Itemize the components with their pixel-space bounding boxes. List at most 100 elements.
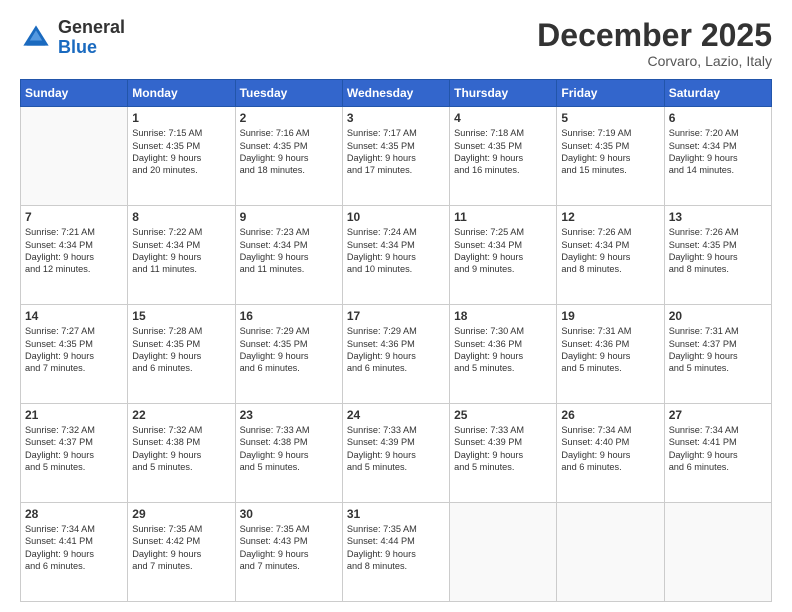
table-row: 4 Sunrise: 7:18 AMSunset: 4:35 PMDaylight… [450, 107, 557, 206]
table-row [21, 107, 128, 206]
table-row: 1 Sunrise: 7:15 AMSunset: 4:35 PMDaylight… [128, 107, 235, 206]
table-row [664, 503, 771, 602]
day-info: Sunrise: 7:19 AMSunset: 4:35 PMDaylight:… [561, 127, 659, 177]
day-info: Sunrise: 7:26 AMSunset: 4:35 PMDaylight:… [669, 226, 767, 276]
table-row: 27 Sunrise: 7:34 AMSunset: 4:41 PMDayligh… [664, 404, 771, 503]
day-info: Sunrise: 7:18 AMSunset: 4:35 PMDaylight:… [454, 127, 552, 177]
day-info: Sunrise: 7:25 AMSunset: 4:34 PMDaylight:… [454, 226, 552, 276]
table-row: 24 Sunrise: 7:33 AMSunset: 4:39 PMDayligh… [342, 404, 449, 503]
table-row: 15Sunrise: 7:28 AMSunset: 4:35 PMDayligh… [128, 305, 235, 404]
day-number: 30 [240, 507, 338, 521]
calendar-week-row: 14 Sunrise: 7:27 AMSunset: 4:35 PMDayligh… [21, 305, 772, 404]
calendar-table: Sunday Monday Tuesday Wednesday Thursday… [20, 79, 772, 602]
table-row: 5Sunrise: 7:19 AMSunset: 4:35 PMDaylight… [557, 107, 664, 206]
day-number: 17 [347, 309, 445, 323]
day-info: Sunrise: 7:33 AMSunset: 4:39 PMDaylight:… [347, 424, 445, 474]
table-row: 2 Sunrise: 7:16 AMSunset: 4:35 PMDaylight… [235, 107, 342, 206]
day-info: Sunrise: 7:35 AMSunset: 4:43 PMDaylight:… [240, 523, 338, 573]
day-number: 2 [240, 111, 338, 125]
col-friday: Friday [557, 80, 664, 107]
day-number: 1 [132, 111, 230, 125]
day-info: Sunrise: 7:15 AMSunset: 4:35 PMDaylight:… [132, 127, 230, 177]
day-info: Sunrise: 7:34 AMSunset: 4:40 PMDaylight:… [561, 424, 659, 474]
calendar-week-row: 7Sunrise: 7:21 AMSunset: 4:34 PMDaylight… [21, 206, 772, 305]
day-number: 22 [132, 408, 230, 422]
day-number: 15 [132, 309, 230, 323]
table-row: 16Sunrise: 7:29 AMSunset: 4:35 PMDayligh… [235, 305, 342, 404]
day-info: Sunrise: 7:32 AMSunset: 4:38 PMDaylight:… [132, 424, 230, 474]
day-info: Sunrise: 7:34 AMSunset: 4:41 PMDaylight:… [669, 424, 767, 474]
col-thursday: Thursday [450, 80, 557, 107]
table-row: 3 Sunrise: 7:17 AMSunset: 4:35 PMDaylight… [342, 107, 449, 206]
logo-text: General Blue [58, 18, 125, 58]
table-row: 28 Sunrise: 7:34 AMSunset: 4:41 PMDayligh… [21, 503, 128, 602]
calendar-week-row: 28 Sunrise: 7:34 AMSunset: 4:41 PMDayligh… [21, 503, 772, 602]
calendar-week-row: 21Sunrise: 7:32 AMSunset: 4:37 PMDayligh… [21, 404, 772, 503]
logo-icon [20, 22, 52, 54]
table-row: 10 Sunrise: 7:24 AMSunset: 4:34 PMDayligh… [342, 206, 449, 305]
day-info: Sunrise: 7:24 AMSunset: 4:34 PMDaylight:… [347, 226, 445, 276]
day-number: 6 [669, 111, 767, 125]
table-row: 30 Sunrise: 7:35 AMSunset: 4:43 PMDayligh… [235, 503, 342, 602]
table-row: 19 Sunrise: 7:31 AMSunset: 4:36 PMDayligh… [557, 305, 664, 404]
day-info: Sunrise: 7:26 AMSunset: 4:34 PMDaylight:… [561, 226, 659, 276]
calendar-week-row: 1 Sunrise: 7:15 AMSunset: 4:35 PMDaylight… [21, 107, 772, 206]
day-number: 10 [347, 210, 445, 224]
table-row: 6 Sunrise: 7:20 AMSunset: 4:34 PMDaylight… [664, 107, 771, 206]
day-number: 19 [561, 309, 659, 323]
day-number: 14 [25, 309, 123, 323]
day-info: Sunrise: 7:20 AMSunset: 4:34 PMDaylight:… [669, 127, 767, 177]
calendar-header-row: Sunday Monday Tuesday Wednesday Thursday… [21, 80, 772, 107]
day-info: Sunrise: 7:31 AMSunset: 4:37 PMDaylight:… [669, 325, 767, 375]
day-number: 20 [669, 309, 767, 323]
day-number: 28 [25, 507, 123, 521]
day-info: Sunrise: 7:27 AMSunset: 4:35 PMDaylight:… [25, 325, 123, 375]
day-info: Sunrise: 7:23 AMSunset: 4:34 PMDaylight:… [240, 226, 338, 276]
day-info: Sunrise: 7:16 AMSunset: 4:35 PMDaylight:… [240, 127, 338, 177]
title-block: December 2025 Corvaro, Lazio, Italy [537, 18, 772, 69]
day-info: Sunrise: 7:34 AMSunset: 4:41 PMDaylight:… [25, 523, 123, 573]
table-row: 7Sunrise: 7:21 AMSunset: 4:34 PMDaylight… [21, 206, 128, 305]
col-monday: Monday [128, 80, 235, 107]
day-info: Sunrise: 7:22 AMSunset: 4:34 PMDaylight:… [132, 226, 230, 276]
day-number: 16 [240, 309, 338, 323]
day-number: 27 [669, 408, 767, 422]
day-number: 3 [347, 111, 445, 125]
table-row: 22 Sunrise: 7:32 AMSunset: 4:38 PMDayligh… [128, 404, 235, 503]
day-info: Sunrise: 7:35 AMSunset: 4:44 PMDaylight:… [347, 523, 445, 573]
day-info: Sunrise: 7:30 AMSunset: 4:36 PMDaylight:… [454, 325, 552, 375]
logo-general-text: General [58, 18, 125, 38]
col-wednesday: Wednesday [342, 80, 449, 107]
table-row [450, 503, 557, 602]
day-number: 26 [561, 408, 659, 422]
day-number: 8 [132, 210, 230, 224]
day-number: 13 [669, 210, 767, 224]
day-number: 31 [347, 507, 445, 521]
col-tuesday: Tuesday [235, 80, 342, 107]
table-row: 26 Sunrise: 7:34 AMSunset: 4:40 PMDayligh… [557, 404, 664, 503]
day-info: Sunrise: 7:31 AMSunset: 4:36 PMDaylight:… [561, 325, 659, 375]
table-row: 17Sunrise: 7:29 AMSunset: 4:36 PMDayligh… [342, 305, 449, 404]
day-number: 9 [240, 210, 338, 224]
logo: General Blue [20, 18, 125, 58]
table-row: 14 Sunrise: 7:27 AMSunset: 4:35 PMDayligh… [21, 305, 128, 404]
table-row: 29Sunrise: 7:35 AMSunset: 4:42 PMDayligh… [128, 503, 235, 602]
day-number: 24 [347, 408, 445, 422]
month-title: December 2025 [537, 18, 772, 53]
day-info: Sunrise: 7:33 AMSunset: 4:38 PMDaylight:… [240, 424, 338, 474]
table-row: 18 Sunrise: 7:30 AMSunset: 4:36 PMDayligh… [450, 305, 557, 404]
table-row [557, 503, 664, 602]
page: General Blue December 2025 Corvaro, Lazi… [0, 0, 792, 612]
day-number: 12 [561, 210, 659, 224]
table-row: 11Sunrise: 7:25 AMSunset: 4:34 PMDayligh… [450, 206, 557, 305]
day-number: 4 [454, 111, 552, 125]
table-row: 8 Sunrise: 7:22 AMSunset: 4:34 PMDaylight… [128, 206, 235, 305]
day-number: 18 [454, 309, 552, 323]
day-number: 7 [25, 210, 123, 224]
day-info: Sunrise: 7:17 AMSunset: 4:35 PMDaylight:… [347, 127, 445, 177]
logo-blue-text: Blue [58, 38, 125, 58]
col-sunday: Sunday [21, 80, 128, 107]
table-row: 9 Sunrise: 7:23 AMSunset: 4:34 PMDaylight… [235, 206, 342, 305]
table-row: 25Sunrise: 7:33 AMSunset: 4:39 PMDayligh… [450, 404, 557, 503]
day-number: 23 [240, 408, 338, 422]
